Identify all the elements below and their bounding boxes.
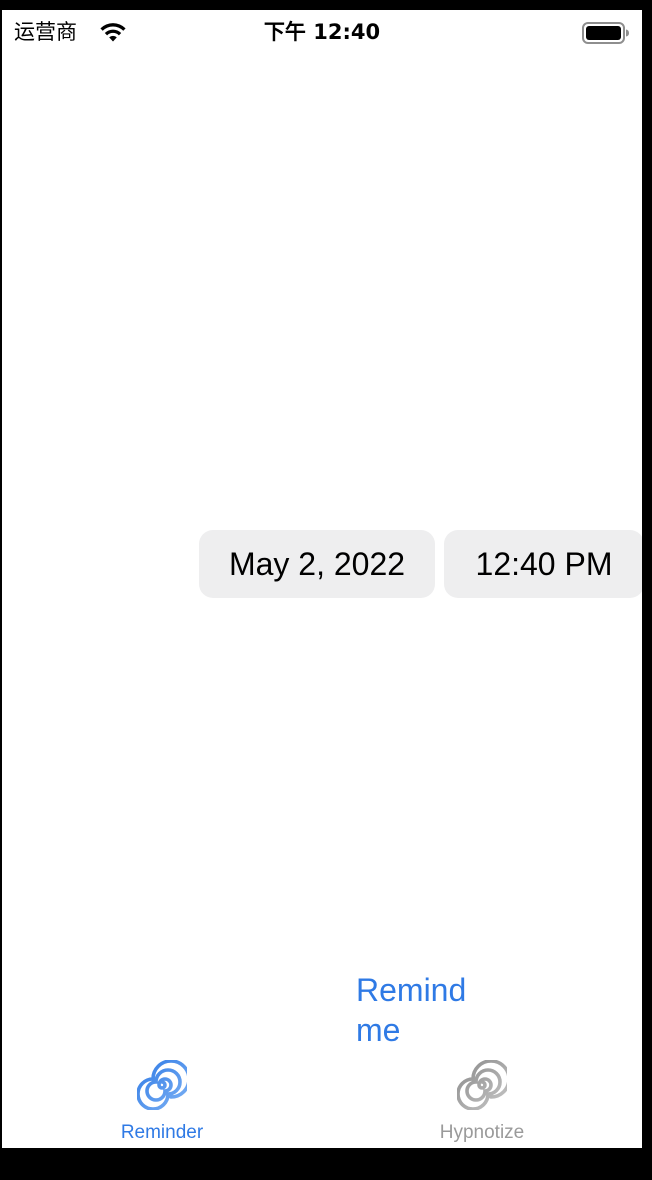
remind-me-label: Remind me (356, 972, 467, 1048)
tab-reminder-label: Reminder (120, 1122, 204, 1143)
tab-hypnotize[interactable]: Hypnotize (322, 1056, 642, 1148)
app-screen: 运营商 下午 12:40 May 2, 2022 12:40 PM Remind… (2, 10, 642, 1148)
status-time: 下午 12:40 (263, 20, 381, 44)
date-picker[interactable]: May 2, 2022 (199, 530, 435, 598)
battery-icon (582, 22, 629, 44)
tab-reminder[interactable]: Reminder (2, 1056, 322, 1148)
tab-bar: Reminder Hypnotize (2, 1056, 642, 1148)
time-picker[interactable]: 12:40 PM (444, 530, 642, 598)
spiral-icon (457, 1060, 507, 1110)
tab-hypnotize-label: Hypnotize (439, 1122, 525, 1143)
status-bar: 运营商 下午 12:40 (2, 10, 642, 54)
remind-me-button[interactable]: Remind me (356, 970, 496, 1050)
spiral-icon (137, 1060, 187, 1110)
